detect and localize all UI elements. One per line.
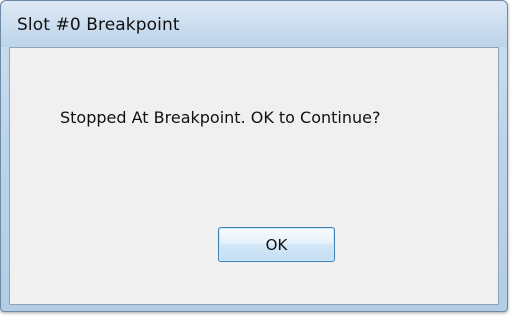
ok-button[interactable]: OK xyxy=(218,227,335,262)
dialog-body: Stopped At Breakpoint. OK to Continue? O… xyxy=(9,47,499,305)
dialog-message: Stopped At Breakpoint. OK to Continue? xyxy=(60,108,381,127)
window-title: Slot #0 Breakpoint xyxy=(17,15,180,35)
title-bar[interactable]: Slot #0 Breakpoint xyxy=(1,1,507,47)
breakpoint-dialog: Slot #0 Breakpoint Stopped At Breakpoint… xyxy=(0,0,508,312)
